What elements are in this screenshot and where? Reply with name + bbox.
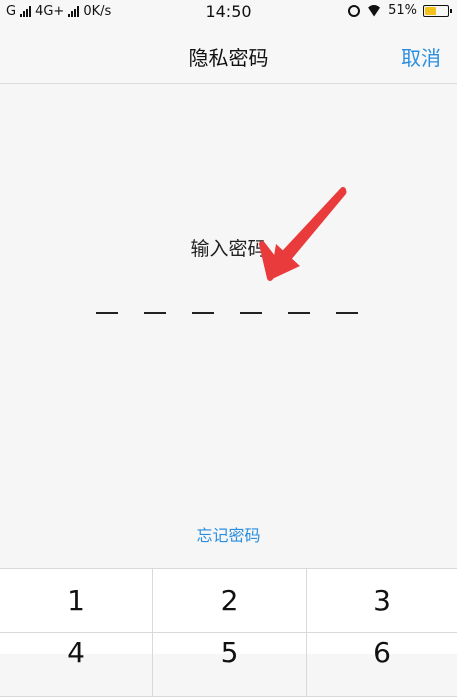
password-slot bbox=[288, 312, 310, 314]
wifi-icon bbox=[366, 5, 382, 17]
password-slot bbox=[336, 312, 358, 314]
battery-percent: 51% bbox=[388, 3, 417, 18]
forgot-password-link[interactable]: 忘记密码 bbox=[0, 522, 457, 546]
password-slot bbox=[96, 312, 118, 314]
key-4[interactable]: 4 bbox=[0, 633, 153, 697]
status-bar: G 4G+ 0K/s 14:50 51% bbox=[0, 0, 457, 26]
number-keypad: 1 2 3 4 5 6 bbox=[0, 568, 457, 697]
password-slot bbox=[240, 312, 262, 314]
key-1[interactable]: 1 bbox=[0, 569, 153, 633]
password-slot bbox=[192, 312, 214, 314]
cancel-button[interactable]: 取消 bbox=[401, 42, 441, 71]
password-slots[interactable] bbox=[96, 312, 358, 314]
key-3[interactable]: 3 bbox=[307, 569, 457, 633]
nav-bar: 隐私密码 取消 bbox=[0, 26, 457, 84]
alarm-icon bbox=[348, 4, 361, 17]
key-5[interactable]: 5 bbox=[153, 633, 307, 697]
key-2[interactable]: 2 bbox=[153, 569, 307, 633]
password-prompt: 输入密码 bbox=[190, 238, 267, 260]
password-slot bbox=[144, 312, 166, 314]
page-title: 隐私密码 bbox=[188, 46, 269, 70]
red-arrow-annotation bbox=[259, 187, 347, 281]
key-6[interactable]: 6 bbox=[307, 633, 457, 697]
status-right: 51% bbox=[348, 3, 452, 18]
battery-icon bbox=[423, 4, 452, 17]
battery-fill bbox=[425, 6, 437, 15]
